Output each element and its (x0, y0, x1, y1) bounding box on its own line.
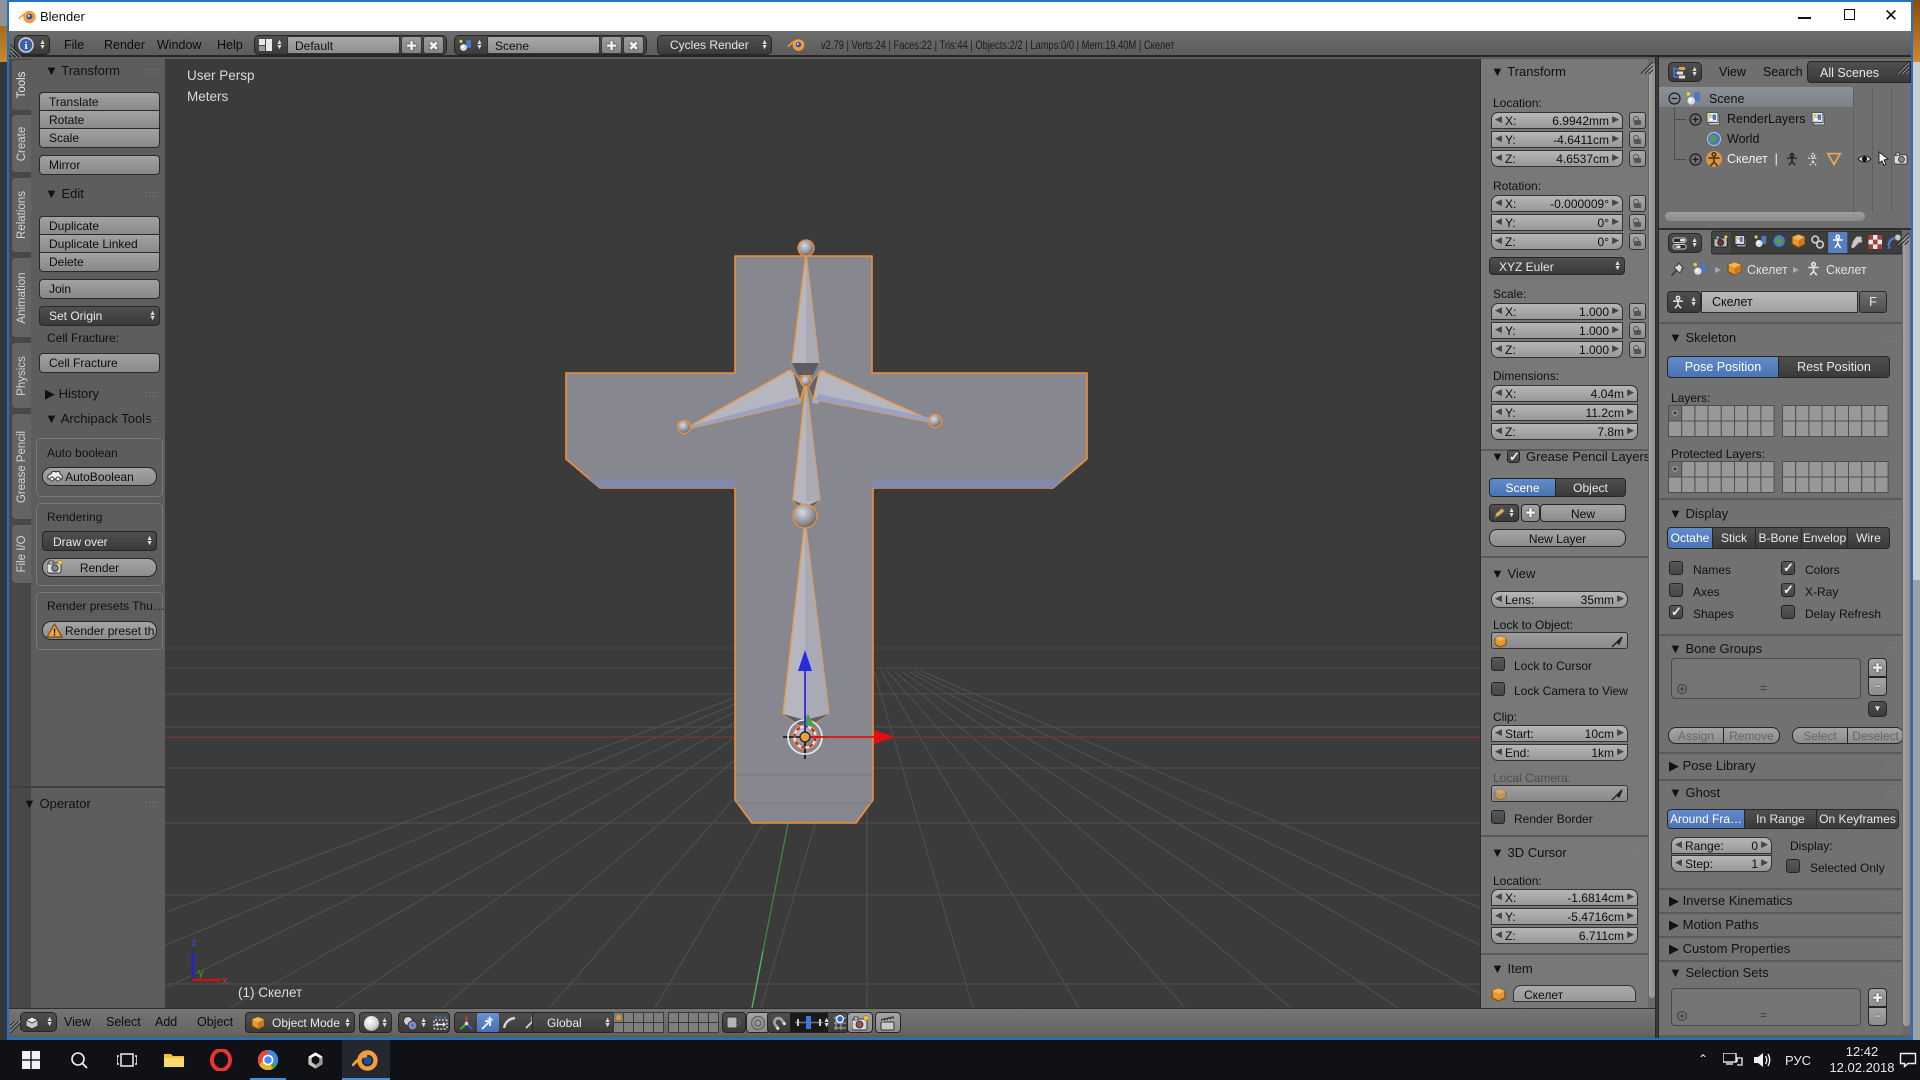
svg-text:x: x (222, 975, 228, 987)
svg-text:z: z (191, 937, 197, 949)
svg-text:i: i (24, 40, 27, 52)
svg-text:(1) Скелет: (1) Скелет (238, 985, 302, 1000)
svg-text:!: ! (53, 628, 56, 639)
svg-text:y: y (198, 967, 204, 979)
svg-text:Meters: Meters (187, 89, 229, 104)
svg-text:User Persp: User Persp (187, 68, 255, 83)
